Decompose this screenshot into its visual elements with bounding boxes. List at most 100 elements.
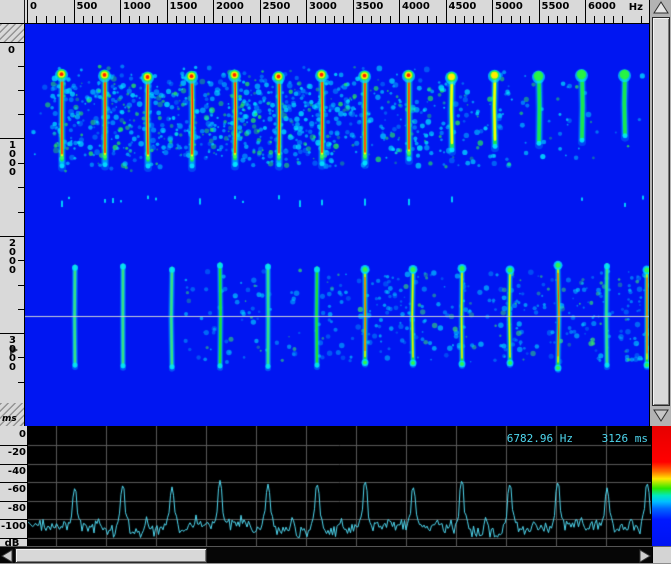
scroll-left-button[interactable] [0, 548, 15, 564]
vertical-scrollbar-thumb[interactable] [652, 17, 670, 406]
scroll-down-button[interactable] [651, 407, 671, 425]
freq-minor-tick [557, 16, 558, 23]
freq-tick-label: 2500 [263, 1, 291, 12]
freq-minor-tick [483, 16, 484, 23]
freq-tick-label: 1000 [123, 1, 151, 12]
db-grid-line [0, 519, 28, 520]
time-minor-tick [18, 309, 24, 310]
scroll-right-button[interactable] [637, 548, 652, 564]
db-grid-line [0, 445, 28, 446]
freq-minor-tick [157, 16, 158, 23]
freq-minor-tick [576, 16, 577, 23]
freq-major-tick [167, 0, 168, 23]
freq-minor-tick [455, 16, 456, 23]
time-unit-cell: ms [0, 403, 24, 426]
db-tick-label: -40 [0, 466, 26, 477]
freq-tick-label: 2000 [216, 1, 244, 12]
freq-minor-tick [343, 16, 344, 23]
scroll-up-button[interactable] [651, 0, 671, 16]
time-tick-label: 2 0 0 0 [7, 239, 18, 275]
freq-tick-label: 1500 [170, 1, 198, 12]
db-grid-line [0, 501, 28, 502]
freq-major-tick [399, 0, 400, 23]
freq-tick-label: 6000 [588, 1, 616, 12]
freq-major-tick [306, 0, 307, 23]
freq-minor-tick [222, 16, 223, 23]
freq-minor-tick [232, 16, 233, 23]
freq-minor-tick [241, 16, 242, 23]
freq-major-tick [446, 0, 447, 23]
time-tick-label: 1 0 0 0 [7, 141, 18, 177]
freq-minor-tick [427, 16, 428, 23]
freq-tick-label: 3000 [309, 1, 337, 12]
db-tick-label: -80 [0, 503, 26, 514]
time-minor-tick [18, 187, 24, 188]
horizontal-scrollbar-thumb[interactable] [15, 548, 207, 563]
freq-minor-tick [511, 16, 512, 23]
down-arrow-icon [651, 407, 671, 424]
freq-major-tick [27, 0, 28, 23]
freq-minor-tick [325, 16, 326, 23]
db-scale-ruler: dB 0-20-40-60-80-100 [0, 426, 28, 546]
freq-tick-label: 5000 [495, 1, 523, 12]
freq-major-tick [585, 0, 586, 23]
freq-minor-tick [185, 16, 186, 23]
freq-minor-tick [194, 16, 195, 23]
frequency-unit-label: Hz [629, 2, 643, 13]
time-minor-tick [18, 90, 24, 91]
freq-minor-tick [46, 16, 47, 23]
time-tick-label: 0 [8, 45, 15, 56]
freq-minor-tick [641, 16, 642, 23]
time-minor-tick [18, 66, 24, 67]
time-major-tick [0, 138, 24, 139]
time-minor-tick [18, 382, 24, 383]
freq-minor-tick [148, 16, 149, 23]
frequency-ruler[interactable]: Hz 0500100015002000250030003500400045005… [25, 0, 649, 24]
spectrogram-canvas[interactable] [25, 24, 649, 426]
intensity-colorbar [651, 426, 671, 546]
freq-tick-label: 0 [30, 1, 37, 12]
freq-minor-tick [464, 16, 465, 23]
freq-minor-tick [548, 16, 549, 23]
time-major-tick [0, 42, 24, 43]
db-tick-label: -60 [0, 484, 26, 495]
horizontal-scrollbar[interactable] [0, 546, 652, 563]
freq-minor-tick [204, 16, 205, 23]
time-ruler[interactable]: ms 0 1 0 0 0 2 0 0 0 3 0 0 0 [0, 24, 25, 426]
time-minor-tick [18, 163, 24, 164]
db-grid-line [0, 538, 28, 539]
freq-minor-tick [520, 16, 521, 23]
freq-tick-label: 4000 [402, 1, 430, 12]
freq-major-tick [492, 0, 493, 23]
freq-minor-tick [129, 16, 130, 23]
freq-minor-tick [64, 16, 65, 23]
freq-minor-tick [604, 16, 605, 23]
time-readout: 3126 ms [585, 432, 648, 445]
freq-minor-tick [55, 16, 56, 23]
freq-minor-tick [436, 16, 437, 23]
left-arrow-icon [0, 548, 15, 564]
time-tick-label: 3 0 0 0 [7, 336, 18, 372]
time-major-tick [0, 333, 24, 334]
time-unit-label: ms [2, 414, 17, 424]
freq-major-tick [353, 0, 354, 23]
freq-minor-tick [250, 16, 251, 23]
freq-minor-tick [473, 16, 474, 23]
vertical-scrollbar[interactable] [649, 0, 671, 426]
freq-minor-tick [278, 16, 279, 23]
db-grid-line [0, 464, 28, 465]
freq-minor-tick [371, 16, 372, 23]
freq-major-tick [74, 0, 75, 23]
freq-minor-tick [529, 16, 530, 23]
freq-minor-tick [622, 16, 623, 23]
time-minor-tick [18, 260, 24, 261]
freq-tick-label: 500 [77, 1, 98, 12]
time-minor-tick [18, 212, 24, 213]
freq-minor-tick [36, 16, 37, 23]
ruler-corner [0, 0, 25, 24]
freq-minor-tick [101, 16, 102, 23]
freq-minor-tick [111, 16, 112, 23]
freq-major-tick [539, 0, 540, 23]
freq-minor-tick [315, 16, 316, 23]
db-grid-line [0, 482, 28, 483]
